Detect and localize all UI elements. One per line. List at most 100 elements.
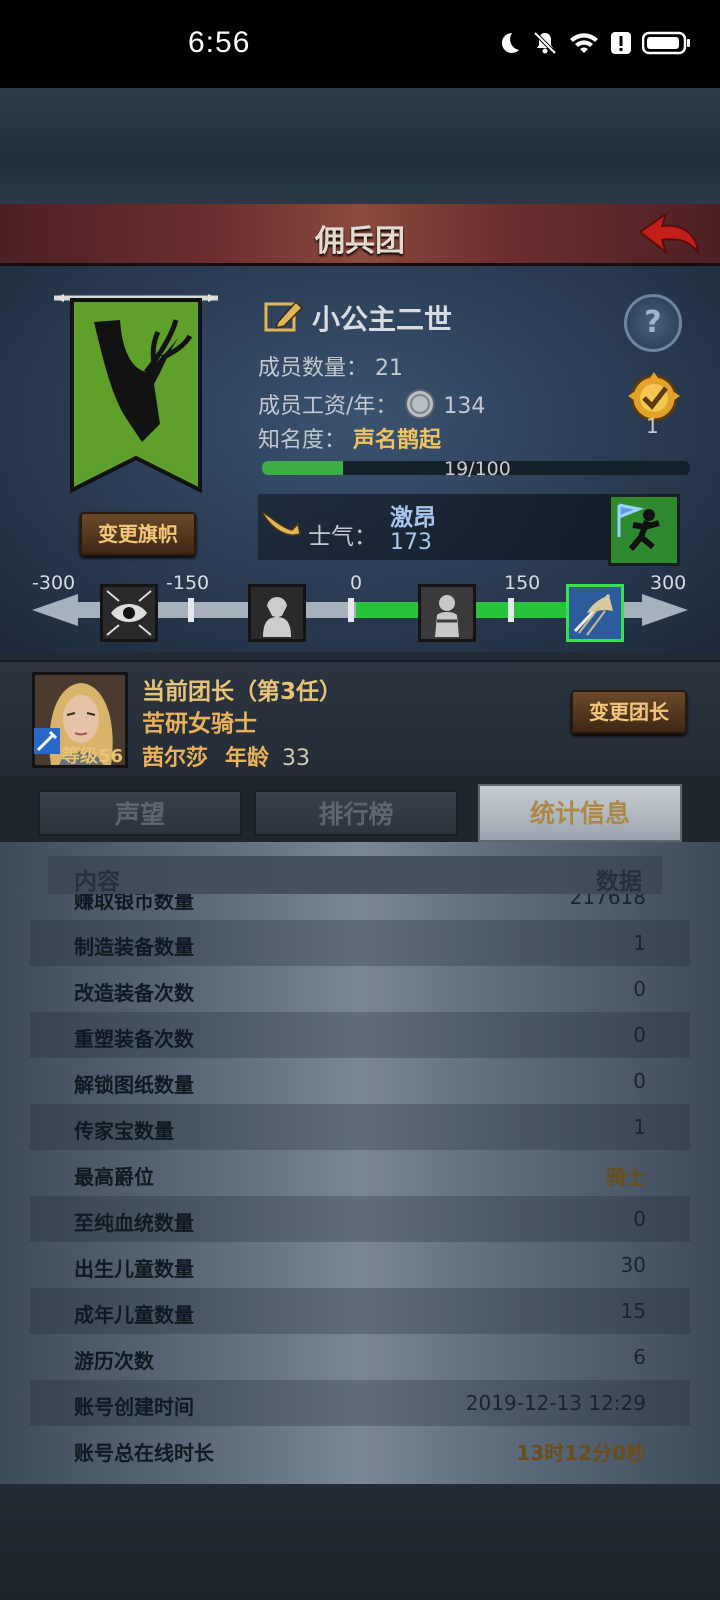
salary-label: 成员工资/年： (258, 394, 398, 419)
table-row: 最高爵位 骑士 (30, 1150, 690, 1196)
tab-reputation[interactable]: 声望 (38, 790, 242, 836)
fame-line: 知名度： 声名鹊起 (258, 422, 441, 454)
table-row: 制造装备数量 1 (30, 920, 690, 966)
moon-icon (496, 30, 522, 60)
alert-icon (610, 30, 632, 60)
leader-class: 苦研女骑士 (142, 711, 257, 737)
fame-value: 声名鹊起 (353, 428, 442, 453)
table-header (48, 856, 662, 894)
guild-name-row: 小公主二世 (264, 298, 452, 338)
stats-rows[interactable]: 赚取银币数量 217618 制造装备数量 1 改造装备次数 0 重塑装备次数 0 解锁图… (0, 894, 720, 1480)
help-button[interactable]: ? (624, 294, 682, 352)
status-bar: 6:56 (0, 0, 720, 88)
leader-name-line: 茜尔莎 年龄 33 (142, 740, 310, 772)
age-label: 年龄 (225, 746, 270, 771)
bottom-background (0, 1484, 720, 1600)
table-row: 账号创建时间 2019-12-13 12:29 (30, 1380, 690, 1426)
top-background (0, 88, 720, 206)
table-row: 解锁图纸数量 0 (30, 1058, 690, 1104)
scale-label-zero: 0 (350, 572, 363, 594)
title-bar: 佣兵团 (0, 204, 720, 266)
scale-label-max: 300 (650, 572, 687, 594)
row-key: 解锁图纸数量 (74, 1073, 194, 1097)
row-value: 1 (633, 1115, 646, 1139)
salary-line: 成员工资/年： 134 (258, 388, 485, 426)
table-row: 账号总在线时长 13时12分0秒 (30, 1426, 690, 1472)
table-row: 成年儿童数量 15 (30, 1288, 690, 1334)
scale-label-min: -300 (32, 572, 76, 594)
status-icons (496, 30, 692, 60)
row-value: 0 (633, 977, 646, 1001)
wifi-icon (568, 30, 600, 60)
level-value: 56 (98, 746, 124, 767)
row-key: 改造装备次数 (74, 981, 194, 1005)
despair-icon[interactable] (248, 584, 306, 642)
table-row: 重塑装备次数 0 (30, 1012, 690, 1058)
sad-eye-icon[interactable] (100, 584, 158, 642)
running-flag-icon (611, 497, 677, 563)
guild-banner (50, 292, 222, 504)
row-value: 15 (620, 1299, 646, 1323)
row-key: 账号总在线时长 (74, 1441, 214, 1465)
table-row: 传家宝数量 1 (30, 1104, 690, 1150)
leader-title: 当前团长（第3任） (142, 679, 343, 705)
change-leader-button[interactable]: 变更团长 (571, 690, 687, 734)
morale-value: 173 (390, 530, 432, 555)
row-key: 账号创建时间 (74, 1395, 194, 1419)
table-row: 赚取银币数量 217618 (30, 894, 690, 920)
banner-deer-icon (54, 294, 218, 494)
fame-progress-fill (262, 461, 344, 475)
status-time: 6:56 (188, 26, 251, 59)
row-key: 传家宝数量 (74, 1119, 174, 1143)
horn-icon (260, 506, 302, 544)
row-key: 出生儿童数量 (74, 1257, 194, 1281)
page-title: 佣兵团 (315, 224, 405, 259)
row-key: 成年儿童数量 (74, 1303, 194, 1327)
row-value: 0 (633, 1023, 646, 1047)
row-key: 游历次数 (74, 1349, 154, 1373)
members-label: 成员数量： (258, 356, 369, 381)
salary-value: 134 (443, 394, 486, 419)
morale-state: 激昂 (390, 505, 436, 531)
header-content: 内容 (74, 869, 120, 895)
leader-name: 茜尔莎 (142, 746, 209, 771)
medal-count: 1 (646, 414, 659, 438)
morale-status-icon[interactable] (608, 494, 680, 566)
guild-name: 小公主二世 (312, 303, 453, 336)
row-key: 最高爵位 (74, 1165, 154, 1189)
row-value: 30 (620, 1253, 646, 1277)
leader-level: 等级56 (62, 742, 123, 768)
tab-leaderboard[interactable]: 排行榜 (254, 790, 458, 836)
bell-off-icon (532, 30, 558, 60)
members-value: 21 (375, 356, 404, 381)
row-value: 骑士 (606, 1165, 646, 1189)
neutral-icon[interactable] (418, 584, 476, 642)
sword-class-icon (34, 728, 60, 758)
table-row: 至纯血统数量 0 (30, 1196, 690, 1242)
morale-label: 士气： (308, 524, 377, 550)
row-key: 至纯血统数量 (74, 1211, 194, 1235)
row-value: 0 (633, 1207, 646, 1231)
back-button[interactable] (636, 210, 702, 258)
back-arrow-icon (638, 211, 700, 256)
tab-statistics[interactable]: 统计信息 (478, 784, 682, 842)
table-row: 改造装备次数 0 (30, 966, 690, 1012)
fame-label: 知名度： (258, 428, 347, 453)
table-row: 出生儿童数量 30 (30, 1242, 690, 1288)
silver-coin-icon (404, 388, 436, 426)
question-icon: ? (644, 305, 662, 340)
row-value: 6 (633, 1345, 646, 1369)
scale-label-pos: 150 (504, 572, 541, 594)
excited-flag-icon[interactable] (566, 584, 624, 642)
row-value: 1 (633, 931, 646, 955)
fame-progress-text: 19/100 (444, 458, 511, 480)
battery-icon (641, 30, 692, 60)
row-key: 重塑装备次数 (74, 1027, 194, 1051)
edit-name-icon[interactable] (264, 298, 304, 338)
row-value: 2019-12-13 12:29 (465, 1391, 646, 1415)
members-line: 成员数量： 21 (258, 350, 403, 382)
header-data: 数据 (596, 869, 642, 895)
row-value: 217618 (569, 894, 646, 909)
table-row: 游历次数 6 (30, 1334, 690, 1380)
change-flag-button[interactable]: 变更旗帜 (80, 512, 196, 556)
